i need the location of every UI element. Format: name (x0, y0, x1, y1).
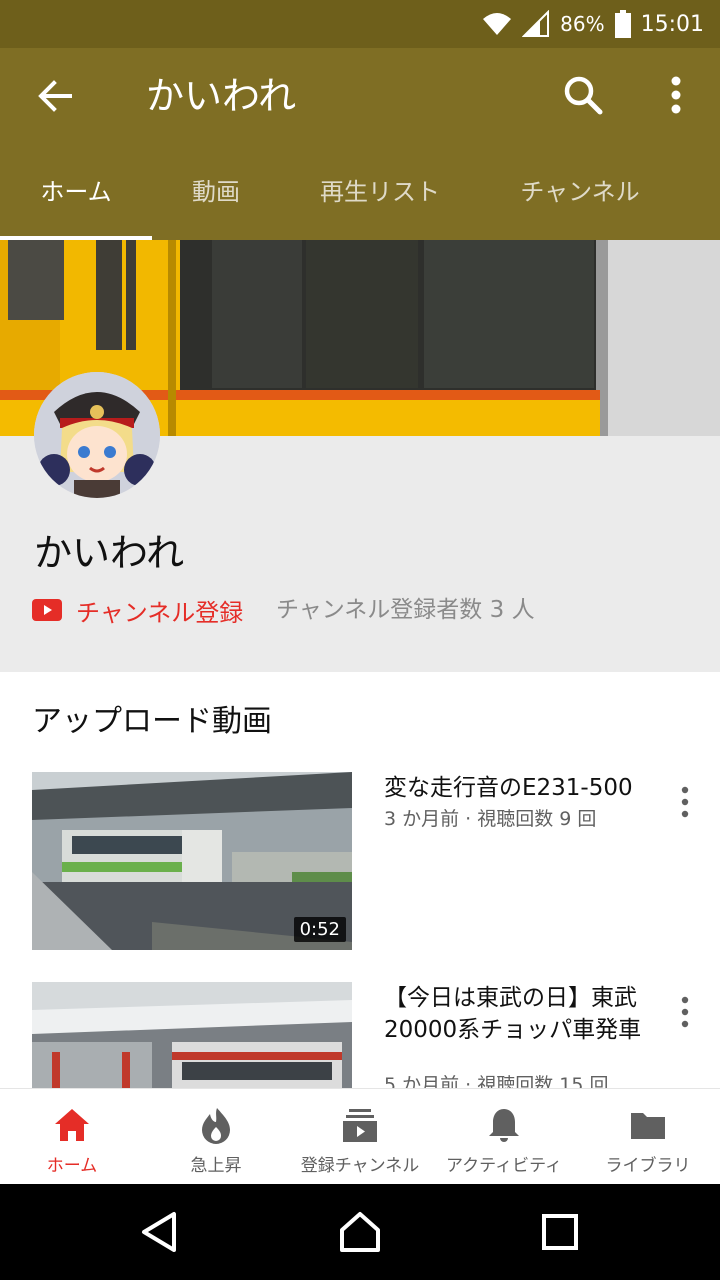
video-title[interactable]: 変な走行音のE231-500 (384, 772, 650, 804)
back-arrow-icon[interactable] (30, 72, 82, 120)
nav-label: ホーム (46, 1156, 98, 1176)
video-title[interactable]: 【今日は東武の日】東武20000系チョッパ車発車 (384, 982, 650, 1046)
channel-name: かいわれ (34, 531, 185, 575)
nav-label: ライブラリ (605, 1156, 691, 1176)
status-indicators: 86% 15:01 (482, 0, 704, 48)
search-icon[interactable] (558, 70, 608, 120)
nav-home[interactable]: ホーム (0, 1089, 144, 1185)
subscribe-button[interactable]: チャンネル登録 (32, 592, 243, 628)
back-triangle-icon[interactable] (136, 1208, 184, 1256)
video-duration: 0:52 (293, 917, 346, 942)
bottom-navigation: ホーム 急上昇 登録チャンネル アクティビティ ライブラリ (0, 1088, 720, 1184)
nav-library[interactable]: ライブラリ (576, 1089, 720, 1185)
youtube-logo-icon (32, 599, 62, 621)
section-title: アップロード動画 (32, 704, 272, 739)
wifi-icon (483, 13, 512, 35)
battery-percentage: 86% (560, 12, 605, 36)
nav-label: 急上昇 (190, 1156, 242, 1176)
more-vertical-icon[interactable] (672, 992, 698, 1032)
nav-label: 登録チャンネル (300, 1156, 420, 1176)
subscriber-count: チャンネル登録者数 3 人 (276, 597, 535, 623)
trending-flame-icon (202, 1108, 230, 1144)
home-icon (55, 1109, 89, 1141)
folder-icon (631, 1113, 665, 1139)
tab-channels[interactable]: チャンネル (494, 144, 666, 240)
video-item[interactable]: 0:52 変な走行音のE231-500 3 か月前 · 視聴回数 9 回 (0, 772, 720, 952)
status-bar: 86% 15:01 (0, 0, 720, 48)
bell-icon (489, 1109, 519, 1142)
tab-videos[interactable]: 動画 (152, 144, 280, 240)
more-vertical-icon[interactable] (654, 70, 698, 120)
battery-icon (614, 10, 631, 38)
cellular-signal-icon (522, 10, 550, 37)
system-navigation-bar (0, 1184, 720, 1280)
nav-trending[interactable]: 急上昇 (144, 1089, 288, 1185)
recents-square-icon[interactable] (536, 1208, 584, 1256)
app-bar-title: かいわれ (146, 74, 297, 118)
more-vertical-icon[interactable] (672, 782, 698, 822)
subscriptions-icon (343, 1109, 377, 1142)
video-thumbnail[interactable]: 0:52 (32, 772, 352, 950)
subscribe-label: チャンネル登録 (76, 598, 244, 627)
video-meta: 3 か月前 · 視聴回数 9 回 (384, 808, 597, 830)
nav-activity[interactable]: アクティビティ (432, 1089, 576, 1185)
app-bar: かいわれ (0, 48, 720, 144)
nav-subscriptions[interactable]: 登録チャンネル (288, 1089, 432, 1185)
clock: 15:01 (640, 11, 704, 37)
tab-playlists[interactable]: 再生リスト (290, 144, 470, 240)
channel-tabs: ホーム 動画 再生リスト チャンネル (0, 144, 720, 240)
tab-home[interactable]: ホーム (0, 144, 152, 240)
nav-label: アクティビティ (445, 1156, 563, 1176)
home-circle-icon[interactable] (336, 1208, 384, 1256)
channel-avatar (34, 372, 160, 498)
